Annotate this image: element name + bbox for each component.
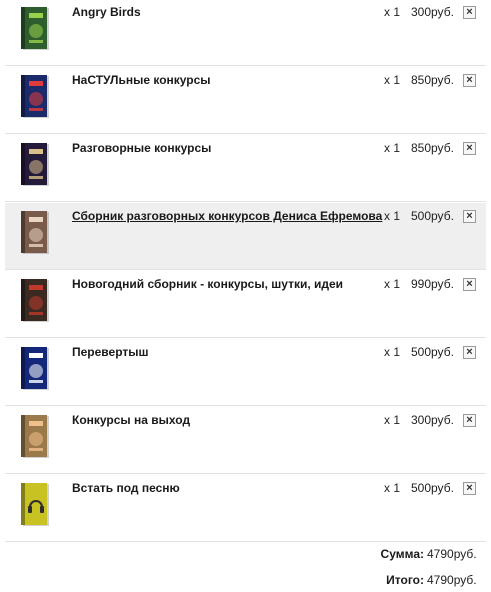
- sum-value: 4790руб.: [427, 547, 477, 561]
- dvd-box-icon: [21, 211, 49, 254]
- remove-item-button[interactable]: ×: [463, 74, 476, 87]
- remove-item-button[interactable]: ×: [463, 346, 476, 359]
- remove-item-button[interactable]: ×: [463, 142, 476, 155]
- remove-item-button[interactable]: ×: [463, 6, 476, 19]
- product-title[interactable]: Сборник разговорных конкурсов Дениса Ефр…: [72, 209, 382, 223]
- cart-item: Сборник разговорных конкурсов Дениса Ефр…: [5, 203, 486, 270]
- dvd-box-icon: [21, 279, 49, 322]
- product-cover-image[interactable]: [21, 415, 51, 459]
- product-title: НаСТУЛьные конкурсы: [72, 73, 211, 87]
- price: 500руб.: [411, 481, 454, 495]
- dvd-box-icon: [21, 7, 49, 50]
- price: 300руб.: [411, 5, 454, 19]
- remove-item-button[interactable]: ×: [463, 210, 476, 223]
- dvd-box-icon: [21, 143, 49, 186]
- quantity: x 1: [384, 413, 401, 427]
- total-label: Итого:: [386, 573, 424, 587]
- product-cover-image[interactable]: [21, 7, 51, 51]
- product-cover-image[interactable]: [21, 347, 51, 391]
- cart-item: Новогодний сборник - конкурсы, шутки, ид…: [5, 271, 486, 338]
- cart-item: Перевертыш x 1 500руб. ×: [5, 339, 486, 406]
- product-cover-image[interactable]: [21, 483, 51, 527]
- cart-item: НаСТУЛьные конкурсы x 1 850руб. ×: [5, 67, 486, 134]
- product-title: Новогодний сборник - конкурсы, шутки, ид…: [72, 277, 344, 291]
- cart-item: Angry Birds x 1 300руб. ×: [5, 0, 486, 66]
- product-cover-image[interactable]: [21, 143, 51, 187]
- quantity: x 1: [384, 73, 401, 87]
- remove-item-button[interactable]: ×: [463, 278, 476, 291]
- quantity: x 1: [384, 481, 401, 495]
- sum-label: Сумма:: [380, 547, 424, 561]
- price: 850руб.: [411, 73, 454, 87]
- quantity: x 1: [384, 5, 401, 19]
- product-title: Разговорные конкурсы: [72, 141, 212, 155]
- cart: Angry Birds x 1 300руб. × НаСТУЛьные конкурс…: [0, 0, 491, 592]
- product-title: Конкурсы на выход: [72, 413, 191, 427]
- dvd-box-icon: [21, 347, 49, 390]
- product-title: Встать под песню: [72, 481, 180, 495]
- quantity: x 1: [384, 345, 401, 359]
- dvd-box-icon: [21, 75, 49, 118]
- quantity: x 1: [384, 209, 401, 223]
- price: 850руб.: [411, 141, 454, 155]
- remove-item-button[interactable]: ×: [463, 414, 476, 427]
- product-cover-image[interactable]: [21, 279, 51, 323]
- price: 500руб.: [411, 209, 454, 223]
- product-title: Angry Birds: [72, 5, 141, 19]
- price: 500руб.: [411, 345, 454, 359]
- cart-item: Разговорные конкурсы x 1 850руб. ×: [5, 135, 486, 202]
- dvd-box-icon: [21, 415, 49, 458]
- headphones-icon: [21, 483, 49, 526]
- quantity: x 1: [384, 141, 401, 155]
- total-value: 4790руб.: [427, 573, 477, 587]
- product-cover-image[interactable]: [21, 211, 51, 255]
- product-title: Перевертыш: [72, 345, 149, 359]
- quantity: x 1: [384, 277, 401, 291]
- product-cover-image[interactable]: [21, 75, 51, 119]
- price: 300руб.: [411, 413, 454, 427]
- cart-item: Встать под песню x 1 500руб. ×: [5, 475, 486, 542]
- remove-item-button[interactable]: ×: [463, 482, 476, 495]
- price: 990руб.: [411, 277, 454, 291]
- cart-item: Конкурсы на выход x 1 300руб. ×: [5, 407, 486, 474]
